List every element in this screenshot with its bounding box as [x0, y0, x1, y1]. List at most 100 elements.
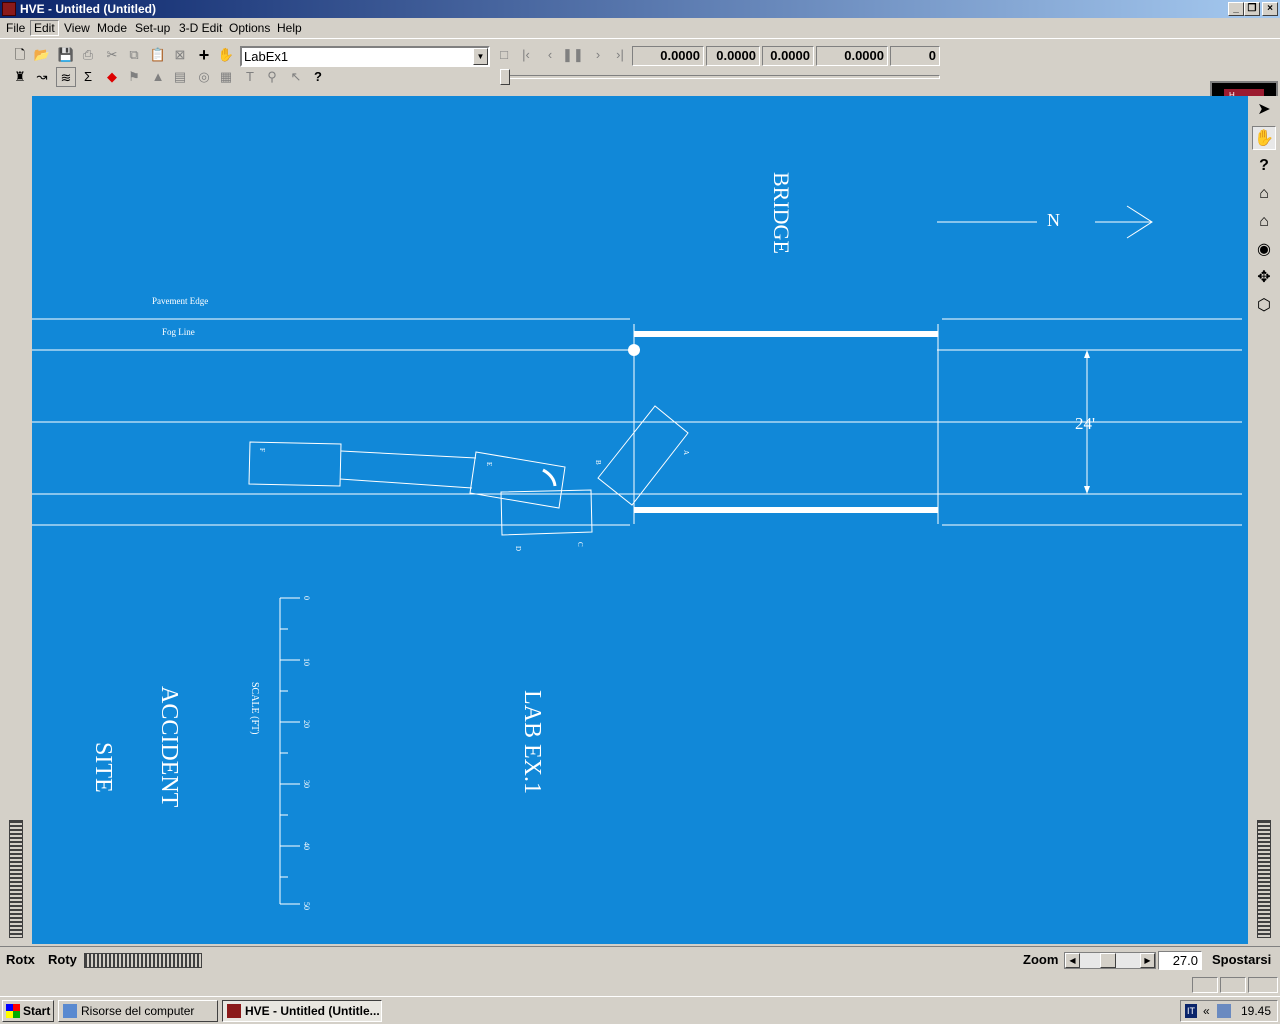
dim-arrow-bottom	[1084, 486, 1090, 494]
start-button[interactable]: Start	[2, 1000, 54, 1022]
impact-point-marker	[628, 344, 640, 356]
path-icon[interactable]: ↝	[32, 67, 52, 87]
cone-icon[interactable]: ▲	[148, 67, 168, 87]
pavement-edge-label: Pavement Edge	[152, 296, 208, 306]
home-view-icon[interactable]: ⌂	[1252, 182, 1276, 206]
window-title: HVE - Untitled (Untitled)	[20, 2, 156, 16]
menu-file[interactable]: File	[3, 21, 28, 35]
language-indicator[interactable]: IT	[1185, 1004, 1197, 1018]
select-arrow-icon[interactable]: ➤	[1252, 98, 1276, 122]
zoom-value-field[interactable]: 27.0	[1158, 951, 1202, 970]
impact-icon[interactable]: ◆	[102, 67, 122, 87]
scene-svg[interactable]: Pavement Edge Fog Line N 24' BRIDGE ACCI…	[32, 96, 1248, 944]
tray-expand-icon[interactable]: «	[1203, 1001, 1210, 1021]
dim-arrow-top	[1084, 350, 1090, 358]
cube-view-icon[interactable]: ⬡	[1252, 294, 1276, 318]
skip-end-icon[interactable]: ›|	[610, 45, 630, 65]
zoom-scroll-thumb[interactable]	[1100, 953, 1116, 968]
barrier-icon[interactable]: ▦	[216, 67, 236, 87]
rotx-label: Rotx	[6, 952, 35, 967]
menu-setup[interactable]: Set-up	[132, 21, 173, 35]
step-back-icon[interactable]: ‹	[540, 45, 560, 65]
eye-view-icon[interactable]: ◉	[1252, 238, 1276, 262]
home-zoom-icon[interactable]: ⌂	[1252, 210, 1276, 234]
site-label: SITE	[90, 742, 116, 793]
lab-ex-label: LAB EX.1	[519, 690, 545, 794]
vehicle-rest-position	[500, 489, 593, 536]
step-forward-icon[interactable]: ›	[588, 45, 608, 65]
x-readout: 0.0000	[706, 46, 760, 66]
minimize-button[interactable]: _	[1228, 2, 1244, 16]
text-tool-icon[interactable]: T	[240, 67, 260, 87]
timeline-thumb[interactable]	[500, 69, 510, 85]
vehicle-path-1	[340, 450, 477, 459]
restore-button[interactable]: ❐	[1244, 2, 1260, 16]
chevron-down-icon[interactable]: ▼	[473, 48, 488, 65]
drum-icon[interactable]: ▤	[170, 67, 190, 87]
vehicle-path-2	[339, 478, 473, 489]
title-bar: HVE - Untitled (Untitled) _ ❐ ×	[0, 0, 1280, 18]
help-icon[interactable]: ?	[308, 67, 328, 87]
roty-slider[interactable]	[84, 953, 202, 968]
print-icon[interactable]: ⎙	[78, 45, 98, 65]
cut-icon[interactable]: ✂	[102, 45, 122, 65]
zoom-right-arrow-icon[interactable]: ▶	[1140, 953, 1155, 968]
z-readout: 0.0000	[816, 46, 888, 66]
start-label: Start	[23, 1004, 51, 1018]
network-icon[interactable]	[1217, 1004, 1231, 1018]
arrow-tool-icon[interactable]: ↖	[286, 67, 306, 87]
task-hve[interactable]: HVE - Untitled (Untitle...	[222, 1000, 382, 1022]
taskbar: Start Risorse del computer HVE - Untitle…	[0, 996, 1280, 1024]
scale-tick-20: 20	[302, 720, 311, 728]
save-icon[interactable]: 💾	[56, 45, 76, 65]
delete-icon[interactable]: ⊠	[170, 45, 190, 65]
query-help-icon[interactable]: ?	[1252, 154, 1276, 178]
menu-mode[interactable]: Mode	[94, 21, 130, 35]
width-dimension-label: 24'	[1075, 414, 1095, 433]
task-my-computer[interactable]: Risorse del computer	[58, 1000, 218, 1022]
terrain-icon[interactable]: ≋	[56, 67, 76, 87]
pin-icon[interactable]: ⚲	[262, 67, 282, 87]
move-cross-icon[interactable]: ✥	[1252, 266, 1276, 290]
scale-ticks	[280, 597, 300, 905]
frame-readout: 0	[890, 46, 940, 66]
y-readout: 0.0000	[762, 46, 814, 66]
status-bar: Rotx Roty Zoom ◀ ▶ 27.0 Spostarsi	[0, 946, 1280, 972]
vehicle-steering-mark	[542, 468, 557, 487]
copy-icon[interactable]: ⧉	[124, 45, 144, 65]
timeline-track[interactable]	[500, 75, 940, 79]
sum-icon[interactable]: Σ	[78, 67, 98, 87]
vehicle-icon[interactable]: ♜	[10, 67, 30, 87]
info-panel	[0, 972, 1280, 996]
skip-start-icon[interactable]: |‹	[516, 45, 536, 65]
menu-options[interactable]: Options	[226, 21, 273, 35]
paste-icon[interactable]: 📋	[148, 45, 168, 65]
pause-icon[interactable]: ❚❚	[562, 45, 584, 65]
zoom-left-arrow-icon[interactable]: ◀	[1065, 953, 1080, 968]
pan-hand-icon[interactable]: ✋	[1252, 126, 1276, 150]
open-folder-icon[interactable]: 📂	[32, 45, 52, 65]
event-hand-icon[interactable]: ✋	[216, 45, 236, 65]
menu-view[interactable]: View	[61, 21, 93, 35]
scale-label: SCALE (FT)	[249, 682, 260, 735]
menu-3d-edit[interactable]: 3-D Edit	[176, 21, 225, 35]
drawing-canvas[interactable]: Pavement Edge Fog Line N 24' BRIDGE ACCI…	[32, 96, 1248, 944]
target-icon[interactable]: ◎	[194, 67, 214, 87]
flag-icon[interactable]: ⚑	[124, 67, 144, 87]
fog-line-label: Fog Line	[162, 327, 195, 337]
add-icon[interactable]: +	[194, 45, 214, 65]
event-combo[interactable]: LabEx1 ▼	[240, 46, 490, 67]
rotz-scroll[interactable]	[1257, 820, 1271, 938]
vehicle-tractor	[469, 451, 566, 509]
new-file-icon[interactable]: 🗋	[10, 45, 30, 65]
stop-icon[interactable]: □	[494, 45, 514, 65]
menu-bar: File Edit View Mode Set-up 3-D Edit Opti…	[0, 18, 1280, 38]
task-hve-label: HVE - Untitled (Untitle...	[245, 1004, 380, 1018]
menu-help[interactable]: Help	[274, 21, 305, 35]
close-button[interactable]: ×	[1262, 2, 1278, 16]
rotx-scroll[interactable]	[9, 820, 23, 938]
zoom-scrollbar[interactable]: ◀ ▶	[1064, 952, 1156, 969]
app-icon[interactable]	[2, 2, 16, 16]
menu-edit[interactable]: Edit	[30, 20, 59, 36]
scale-tick-10: 10	[302, 658, 311, 666]
